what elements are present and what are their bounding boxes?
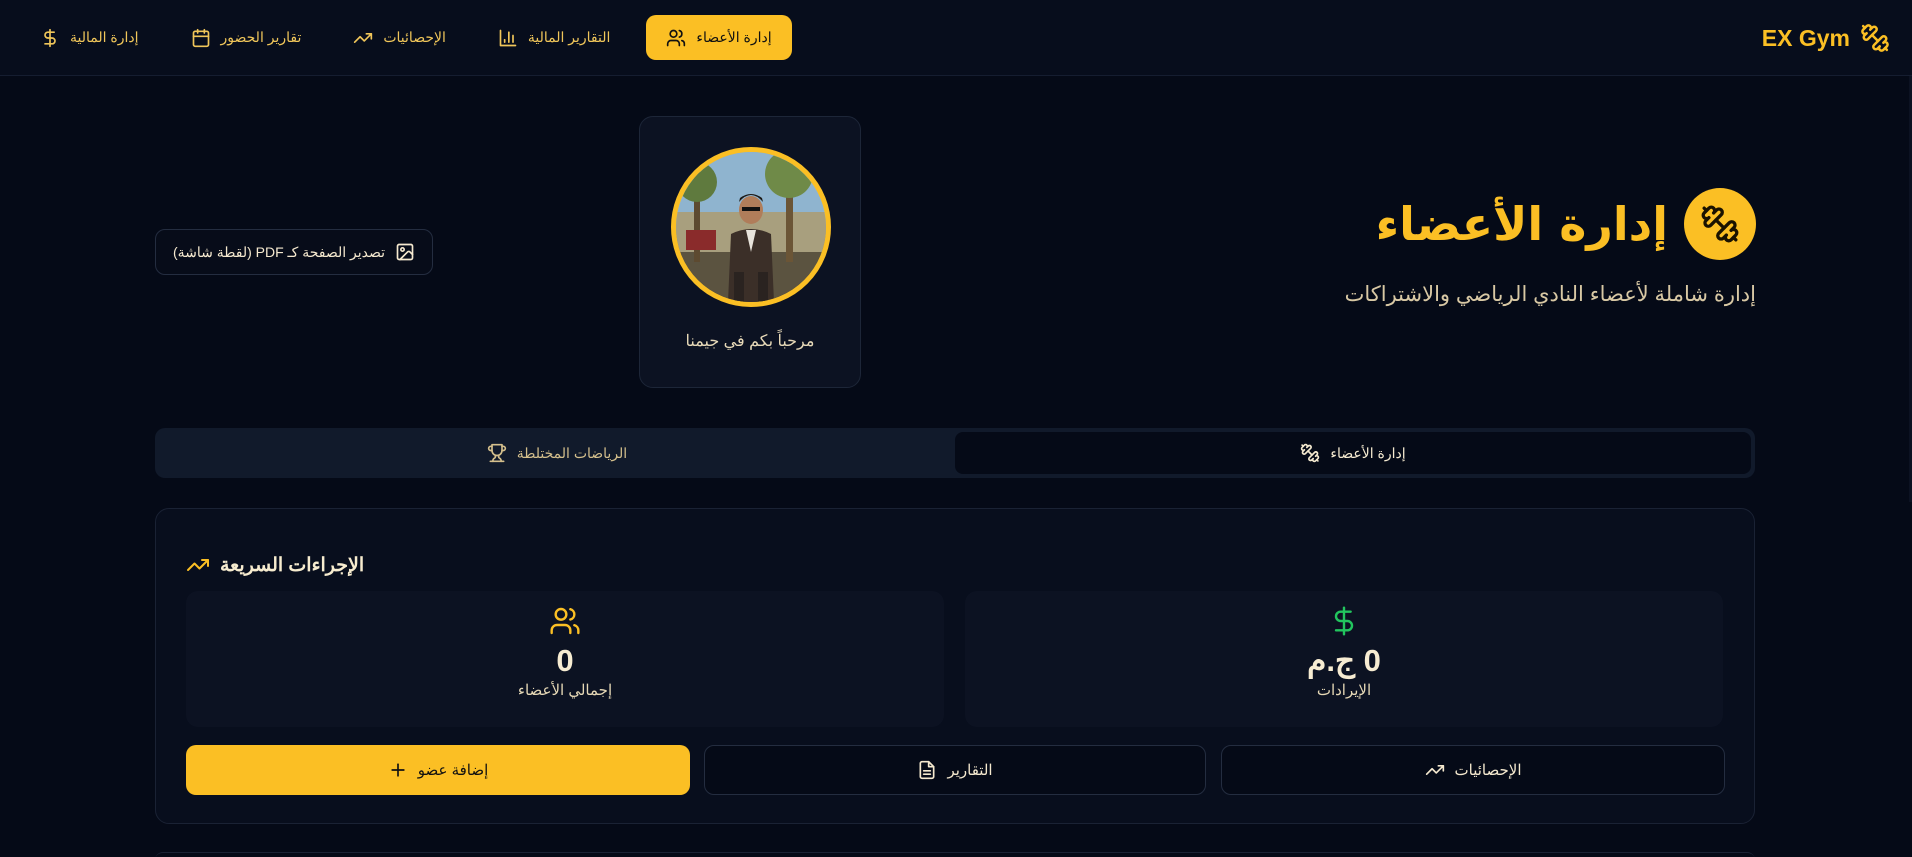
reports-label: التقارير <box>947 762 993 779</box>
calendar-icon <box>191 28 211 48</box>
section-tabs: الرياضات المختلطة إدارة الأعضاء <box>155 428 1755 478</box>
tab-label: إدارة الأعضاء <box>1330 444 1406 461</box>
bar-chart-icon <box>498 28 518 48</box>
quick-actions-header: الإجراءات السريعة <box>156 545 1754 585</box>
dollar-icon <box>1328 605 1360 637</box>
dumbbell-icon <box>1860 23 1890 53</box>
total-members-label: إجمالي الأعضاء <box>517 682 613 699</box>
file-text-icon <box>917 760 937 780</box>
nav-item-members-management[interactable]: إدارة الأعضاء <box>646 15 792 60</box>
nav-item-financial-reports[interactable]: التقارير المالية <box>482 15 627 60</box>
dumbbell-icon <box>1300 443 1320 463</box>
users-icon <box>549 605 581 637</box>
users-icon <box>666 28 686 48</box>
nav-item-label: الإحصائيات <box>383 29 446 45</box>
top-navbar: EX Gym إدارة المالية تقارير الحضور الإحص… <box>0 0 1912 76</box>
nav-item-statistics[interactable]: الإحصائيات <box>337 15 462 60</box>
stat-revenue: 0 ج.م الإيرادات <box>965 591 1723 727</box>
trending-up-icon <box>186 553 210 577</box>
quick-actions-card: الإجراءات السريعة 0 إجمالي الأعضاء 0 ج.م… <box>155 508 1755 824</box>
revenue-label: الإيرادات <box>1316 682 1372 699</box>
tab-mixed-sports[interactable]: الرياضات المختلطة <box>159 432 955 474</box>
add-member-button[interactable]: إضافة عضو <box>186 745 690 795</box>
export-pdf-button[interactable]: تصدير الصفحة كـ PDF (لقطة شاشة) <box>155 229 433 275</box>
add-member-label: إضافة عضو <box>417 762 489 779</box>
statistics-button[interactable]: الإحصائيات <box>1221 745 1725 795</box>
export-pdf-label: تصدير الصفحة كـ PDF (لقطة شاشة) <box>172 243 386 260</box>
plus-icon <box>388 760 408 780</box>
tab-label: الرياضات المختلطة <box>516 444 628 461</box>
profile-card: مرحباً بكم في جيمنا <box>639 116 861 388</box>
tab-members-management[interactable]: إدارة الأعضاء <box>955 432 1751 474</box>
stat-total-members: 0 إجمالي الأعضاء <box>186 591 944 727</box>
statistics-label: الإحصائيات <box>1454 762 1522 779</box>
dumbbell-icon <box>1684 188 1756 260</box>
nav-item-label: تقارير الحضور <box>220 29 302 45</box>
nav-item-label: إدارة المالية <box>70 29 139 45</box>
next-section-edge <box>155 852 1755 857</box>
nav-menu: إدارة المالية تقارير الحضور الإحصائيات ا… <box>24 15 792 60</box>
welcome-text: مرحباً بكم في جيمنا <box>685 333 815 350</box>
nav-item-finance-management[interactable]: إدارة المالية <box>24 15 155 60</box>
nav-item-attendance-reports[interactable]: تقارير الحضور <box>175 15 318 60</box>
brand[interactable]: EX Gym <box>1762 20 1890 56</box>
revenue-value: 0 ج.م <box>1307 643 1381 678</box>
image-icon <box>395 242 415 262</box>
page-subtitle: إدارة شاملة لأعضاء النادي الرياضي والاشت… <box>1344 283 1756 306</box>
trending-up-icon <box>353 28 373 48</box>
dollar-icon <box>40 28 60 48</box>
nav-item-label: التقارير المالية <box>527 29 611 45</box>
trending-up-icon <box>1425 760 1445 780</box>
brand-name: EX Gym <box>1761 24 1850 51</box>
total-members-value: 0 <box>556 643 574 678</box>
trophy-icon <box>487 443 507 463</box>
page-title: إدارة الأعضاء <box>1375 197 1668 251</box>
nav-item-label: إدارة الأعضاء <box>696 29 772 45</box>
quick-actions-title: الإجراءات السريعة <box>220 554 365 576</box>
page-header: إدارة الأعضاء <box>1376 188 1756 260</box>
reports-button[interactable]: التقارير <box>704 745 1206 795</box>
avatar <box>671 147 831 307</box>
